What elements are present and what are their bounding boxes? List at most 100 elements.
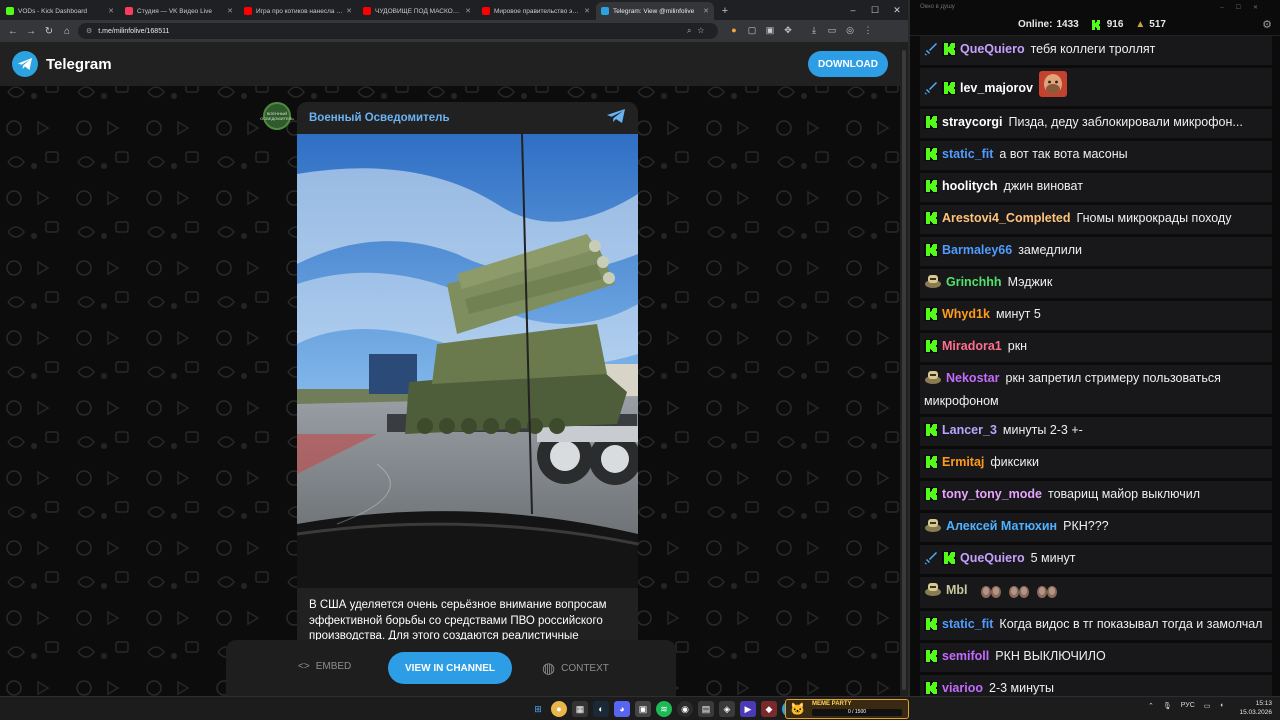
chat-message: viarioo 2-3 минуты <box>920 675 1272 696</box>
minimize-icon[interactable]: – <box>842 0 864 20</box>
window-controls: – ☐ ✕ <box>842 0 908 20</box>
chat-username[interactable]: lev_majorov <box>960 81 1033 95</box>
new-tab-button[interactable]: + <box>717 2 733 20</box>
channel-avatar[interactable]: ВОЕННЫЙ ОСВЕДОМИТЕЛЬ <box>260 102 294 130</box>
chat-message: static_fit Когда видос в тг показывал тог… <box>920 611 1272 640</box>
extensions-puzzle-icon[interactable]: ✥ <box>782 24 794 36</box>
tab-close-icon[interactable]: ✕ <box>703 7 709 15</box>
tab-favicon-icon <box>125 7 133 15</box>
embed-button[interactable]: <> EMBED <box>298 661 351 672</box>
chat-username[interactable]: Nekostar <box>946 371 1000 385</box>
page-scrollbar[interactable] <box>900 42 908 696</box>
extension-icon[interactable]: ▣ <box>764 24 776 36</box>
app-icon[interactable]: ◈ <box>719 701 735 717</box>
telegram-logo-icon[interactable] <box>12 51 38 77</box>
obs-icon[interactable]: ◉ <box>677 701 693 717</box>
chat-window-controls[interactable]: –☐✕ <box>1220 4 1270 11</box>
chat-username[interactable]: hoolitych <box>942 179 998 193</box>
maximize-icon[interactable]: ☐ <box>864 0 886 20</box>
chat-message-text: ркн <box>1007 339 1028 353</box>
tab-close-icon[interactable]: ✕ <box>108 7 114 15</box>
spotify-icon[interactable]: ≋ <box>656 701 672 717</box>
chat-username[interactable]: semifoll <box>942 649 989 663</box>
chat-username[interactable]: QueQuiero <box>960 551 1025 565</box>
chat-message: Arestovi4_Completed Гномы микрокрады похо… <box>920 205 1272 234</box>
chat-username[interactable]: Mbl <box>946 583 968 597</box>
context-button[interactable]: ◍ CONTEXT <box>542 659 609 677</box>
chat-message: Barmaley66 замедлили <box>920 237 1272 266</box>
system-clock[interactable]: 15:13 15.03.2026 <box>1239 699 1272 717</box>
chat-username[interactable]: Arestovi4_Completed <box>942 211 1071 225</box>
back-icon[interactable]: ← <box>4 26 22 37</box>
chat-message-text: РКН??? <box>1063 519 1109 533</box>
tab-close-icon[interactable]: ✕ <box>227 7 233 15</box>
mic-icon[interactable]: 🎙 <box>1163 702 1172 710</box>
tab-close-icon[interactable]: ✕ <box>584 7 590 15</box>
browser-tab[interactable]: Игра про котиков нанесла м... ✕ <box>239 2 357 20</box>
forward-icon[interactable]: → <box>22 26 40 37</box>
close-icon[interactable]: ✕ <box>886 0 908 20</box>
chat-message: Nekostar ркн запретил стримеру пользовать… <box>920 365 1272 414</box>
extension-icon[interactable]: ▢ <box>746 24 758 36</box>
chat-username[interactable]: Miradora1 <box>942 339 1002 353</box>
download-icon[interactable]: ⤓ <box>808 24 820 36</box>
chat-username[interactable]: static_fit <box>942 147 993 161</box>
post-photo[interactable] <box>297 134 638 588</box>
network-icon[interactable]: ▭ <box>1204 702 1211 710</box>
home-icon[interactable]: ⌂ <box>58 26 76 37</box>
chat-username[interactable]: viarioo <box>942 681 983 695</box>
tab-close-icon[interactable]: ✕ <box>346 7 352 15</box>
telegram-share-icon[interactable] <box>606 108 626 129</box>
steam-icon[interactable]: ◐ <box>593 701 609 717</box>
start-icon[interactable]: ⊞ <box>530 701 546 717</box>
address-bar-icons: ⌕☆ <box>686 26 710 35</box>
chat-username[interactable]: Barmaley66 <box>942 243 1012 257</box>
chat-message-text: а вот так вота масоны <box>999 147 1128 161</box>
browser-tab[interactable]: Студия — VK Видео Live ✕ <box>120 2 238 20</box>
menu-icon[interactable]: ⋮ <box>862 24 874 36</box>
chat-username[interactable]: static_fit <box>942 617 993 631</box>
chat-username[interactable]: Whyd1k <box>942 307 990 321</box>
kick-badge-icon <box>942 81 956 101</box>
chat-username[interactable]: Алексей Матюхин <box>946 519 1057 533</box>
tab-close-icon[interactable]: ✕ <box>465 7 471 15</box>
chat-username[interactable]: Ermitaj <box>942 455 984 469</box>
app-icon[interactable]: ▦ <box>572 701 588 717</box>
chat-username[interactable]: tony_tony_mode <box>942 487 1042 501</box>
language-indicator[interactable]: РУС <box>1181 702 1195 710</box>
moderator-sword-icon <box>924 81 938 101</box>
moderator-sword-icon <box>924 42 938 62</box>
app-icon[interactable]: ▤ <box>698 701 714 717</box>
chat-username[interactable]: Grinchhh <box>946 275 1002 289</box>
volume-icon[interactable]: ◖ <box>1219 702 1223 710</box>
chat-username[interactable]: QueQuiero <box>960 42 1025 56</box>
browser-tab[interactable]: ЧУДОВИЩЕ ПОД МАСКОЙ Д... ✕ <box>358 2 476 20</box>
reload-icon[interactable]: ↻ <box>40 26 58 37</box>
profile-icon[interactable]: ◎ <box>844 24 856 36</box>
chat-username[interactable]: Lancer_3 <box>942 423 997 437</box>
app-icon[interactable]: ◆ <box>761 701 777 717</box>
telegram-brand[interactable]: Telegram <box>46 56 112 73</box>
view-in-channel-button[interactable]: VIEW IN CHANNEL <box>388 652 512 684</box>
app-icon[interactable]: ▣ <box>635 701 651 717</box>
discord-icon[interactable]: ◕ <box>614 701 630 717</box>
address-bar[interactable]: ⚙ t.me/milinfolive/168511 ⌕☆ <box>78 23 718 39</box>
kick-badge-icon <box>924 179 938 199</box>
extension-icon[interactable]: ● <box>728 24 740 36</box>
tray-chevron-icon[interactable]: ⌃ <box>1148 702 1154 710</box>
browser-tab[interactable]: Мировое правительство это... ✕ <box>477 2 595 20</box>
settings-icon[interactable]: ⚙ <box>1262 18 1272 31</box>
download-button[interactable]: DOWNLOAD <box>808 51 888 77</box>
chat-username[interactable]: straycorgi <box>942 115 1002 129</box>
media-icon[interactable]: ▶ <box>740 701 756 717</box>
channel-name-link[interactable]: Военный Осведомитель <box>309 112 450 124</box>
meme-party-widget[interactable]: 🐱 MEME PARTY 0 / 1500 <box>785 699 909 719</box>
tab-favicon-icon <box>6 7 14 15</box>
browser-tab[interactable]: Telegram: View @milinfolive ✕ <box>596 2 714 20</box>
chat-message-text: джин виноват <box>1003 179 1083 193</box>
sidebar-icon[interactable]: ▭ <box>826 24 838 36</box>
site-info-icon[interactable]: ⚙ <box>86 27 92 35</box>
browser-tab[interactable]: VODs - Kick Dashboard ✕ <box>1 2 119 20</box>
scrollbar-thumb[interactable] <box>902 50 906 690</box>
chrome-icon[interactable]: ● <box>551 701 567 717</box>
